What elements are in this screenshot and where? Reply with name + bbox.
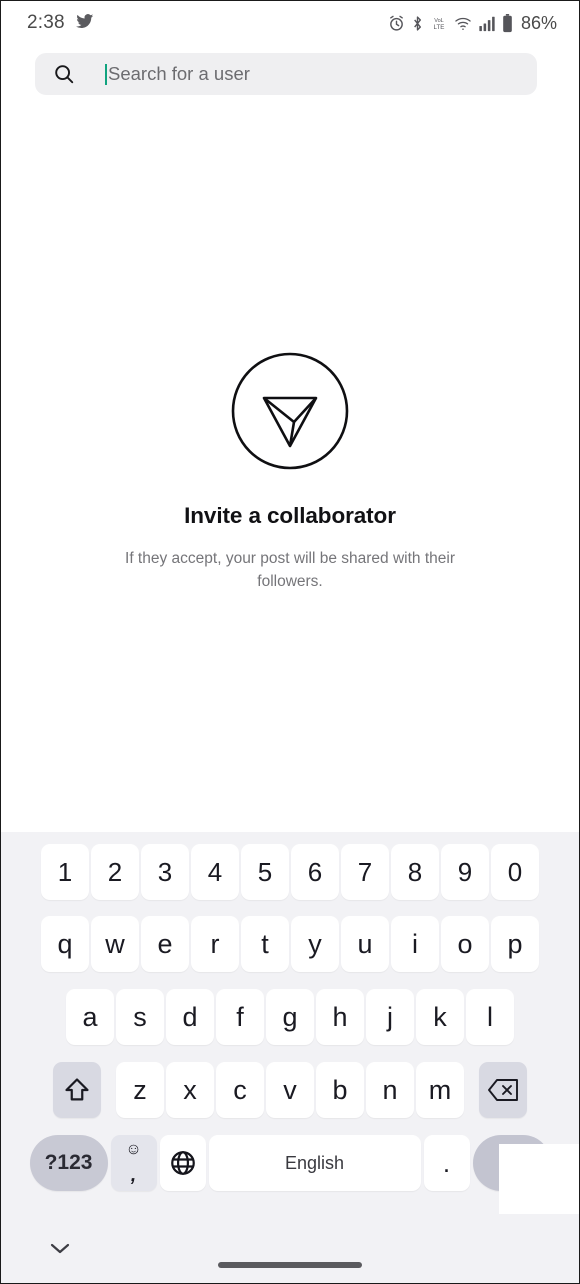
empty-state-subtitle: If they accept, your post will be shared… [125,550,455,591]
key-s[interactable]: s [116,989,164,1045]
key-q[interactable]: q [41,916,89,972]
search-placeholder: Search for a user [108,63,250,84]
key-2[interactable]: 2 [91,844,139,900]
key-x[interactable]: x [166,1062,214,1118]
search-icon [53,63,75,85]
key-3[interactable]: 3 [141,844,189,900]
key-r[interactable]: r [191,916,239,972]
key-9[interactable]: 9 [441,844,489,900]
backspace-icon[interactable] [479,1062,527,1118]
alarm-clock-icon [388,15,405,32]
key-o[interactable]: o [441,916,489,972]
battery-icon [502,13,513,33]
period-key[interactable]: . [423,1135,470,1191]
shift-icon[interactable] [53,1062,101,1118]
key-8[interactable]: 8 [391,844,439,900]
key-k[interactable]: k [416,989,464,1045]
key-i[interactable]: i [391,916,439,972]
key-l[interactable]: l [466,989,514,1045]
keyboard-row-function: ?123 ☺ , English . [1,1132,579,1194]
key-a[interactable]: a [66,989,114,1045]
globe-icon[interactable] [159,1135,206,1191]
bluetooth-icon [411,15,424,32]
send-paper-plane-circle-icon [228,349,352,473]
status-bar-left: 2:38 [27,12,95,35]
key-e[interactable]: e [141,916,189,972]
key-z[interactable]: z [116,1062,164,1118]
key-f[interactable]: f [216,989,264,1045]
key-v[interactable]: v [266,1062,314,1118]
key-y[interactable]: y [291,916,339,972]
empty-state-title: Invite a collaborator [184,503,396,528]
text-caret [105,63,107,85]
on-screen-keyboard[interactable]: 1 2 3 4 5 6 7 8 9 0 q w e r t y u i o p … [1,832,579,1214]
symbols-key[interactable]: ?123 [29,1135,108,1191]
status-bar-right: VoL LTE 86% [388,13,557,34]
status-bar: 2:38 VoL LTE 86% [1,1,579,45]
key-0[interactable]: 0 [491,844,539,900]
chevron-down-icon[interactable] [47,1240,73,1256]
emoji-smiley-icon: ☺ [125,1140,142,1158]
key-p[interactable]: p [491,916,539,972]
home-indicator[interactable] [218,1262,362,1268]
empty-state: Invite a collaborator If they accept, yo… [1,349,579,594]
svg-text:LTE: LTE [433,24,444,31]
comma-label: , [130,1164,137,1186]
key-5[interactable]: 5 [241,844,289,900]
navigation-bar [1,1214,579,1283]
search-input[interactable]: Search for a user [35,53,537,95]
key-h[interactable]: h [316,989,364,1045]
twitter-bird-icon [75,12,95,35]
cellular-signal-icon [478,15,496,32]
battery-percent-label: 86% [520,12,557,33]
key-m[interactable]: m [416,1062,464,1118]
status-bar-clock: 2:38 [27,12,65,33]
key-g[interactable]: g [266,989,314,1045]
volte-icon: VoL LTE [430,15,448,32]
bottom-right-white-patch [499,1144,579,1214]
key-j[interactable]: j [366,989,414,1045]
key-t[interactable]: t [241,916,289,972]
key-4[interactable]: 4 [191,844,239,900]
key-n[interactable]: n [366,1062,414,1118]
wifi-icon [454,15,472,32]
keyboard-row-home: a s d f g h j k l [1,986,579,1048]
key-c[interactable]: c [216,1062,264,1118]
key-6[interactable]: 6 [291,844,339,900]
svg-text:VoL: VoL [434,18,444,24]
phone-screen: 2:38 VoL LTE 86% Search for a user Invit… [0,0,580,1284]
key-b[interactable]: b [316,1062,364,1118]
keyboard-row-bottom-letters: z x c v b n m [1,1059,579,1121]
emoji-comma-key[interactable]: ☺ , [110,1135,157,1191]
keyboard-row-numbers: 1 2 3 4 5 6 7 8 9 0 [1,841,579,903]
key-7[interactable]: 7 [341,844,389,900]
key-1[interactable]: 1 [41,844,89,900]
keyboard-row-top: q w e r t y u i o p [1,913,579,975]
key-d[interactable]: d [166,989,214,1045]
search-field-container[interactable]: Search for a user [35,53,537,95]
key-w[interactable]: w [91,916,139,972]
space-key[interactable]: English [208,1135,421,1191]
key-u[interactable]: u [341,916,389,972]
